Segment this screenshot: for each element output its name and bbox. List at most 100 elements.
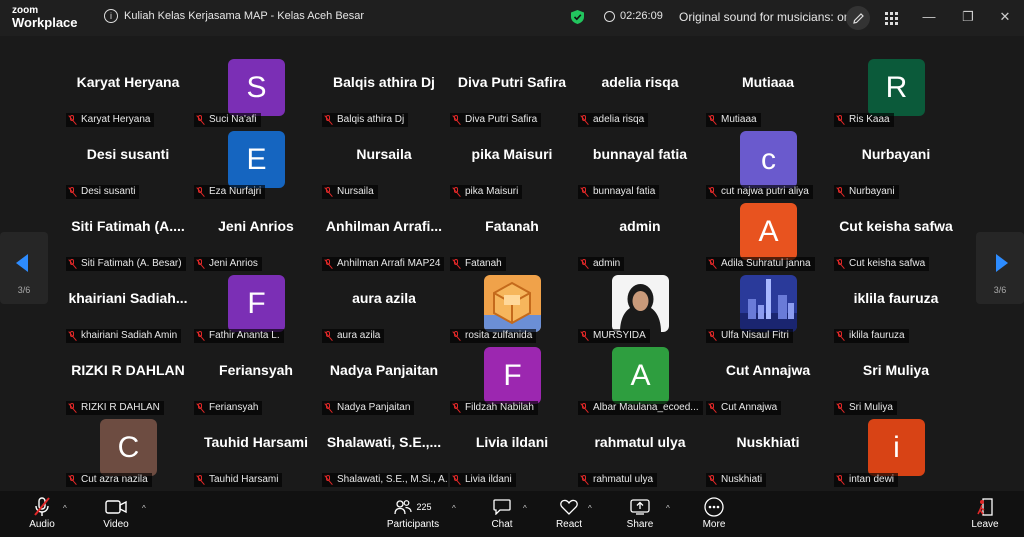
timer-text: 02:26:09 <box>620 10 663 22</box>
audio-options-caret-icon[interactable]: ^ <box>63 504 67 513</box>
audio-button[interactable]: Audio <box>24 497 60 530</box>
participant-tile[interactable]: Ulfa Nisaul Fitri <box>704 274 832 346</box>
participant-display-name: iklila fauruza <box>853 290 939 306</box>
participant-tile[interactable]: E Eza Nurfajri <box>192 130 320 202</box>
participant-tile[interactable]: Anhilman Arrafi... Anhilman Arrafi MAP24 <box>320 202 448 274</box>
title-bar: zoom Workplace i Kuliah Kelas Kerjasama … <box>0 0 1024 36</box>
participant-avatar: A <box>612 347 669 404</box>
participants-button[interactable]: 225 Participants <box>385 497 441 530</box>
participant-tile[interactable]: RIZKI R DAHLAN RIZKI R DAHLAN <box>64 346 192 418</box>
more-button[interactable]: More <box>700 497 728 530</box>
participant-tile[interactable]: A Adila Suhratul janna <box>704 202 832 274</box>
participant-display-name: Livia ildani <box>475 434 549 450</box>
chat-bubble-icon <box>488 497 516 517</box>
participant-tile[interactable]: Nuskhiati Nuskhiati <box>704 418 832 490</box>
participant-tile[interactable]: Nursaila Nursaila <box>320 130 448 202</box>
participant-name-label: Karyat Heryana <box>66 113 155 127</box>
muted-mic-icon <box>68 187 77 197</box>
participant-tile[interactable]: iklila fauruza iklila fauruza <box>832 274 960 346</box>
view-grid-icon[interactable] <box>879 6 903 30</box>
participant-tile[interactable]: admin admin <box>576 202 704 274</box>
meeting-info[interactable]: i Kuliah Kelas Kerjasama MAP - Kelas Ace… <box>104 9 364 23</box>
participant-name-label: adelia risqa <box>578 113 649 127</box>
participant-tile[interactable]: MURSYIDA <box>576 274 704 346</box>
participant-tile[interactable]: Siti Fatimah (A.... Siti Fatimah (A. Besa… <box>64 202 192 274</box>
participant-name-label: Albar Maulana_ecoed... <box>578 401 703 415</box>
participant-name-label: Cut Annajwa <box>706 401 782 415</box>
participant-avatar: F <box>484 347 541 404</box>
react-options-caret-icon[interactable]: ^ <box>588 504 592 513</box>
original-sound-status[interactable]: Original sound for musicians: on <box>679 10 850 24</box>
participant-tile[interactable]: i intan dewi <box>832 418 960 490</box>
participant-name-text: Mutiaaa <box>721 114 757 125</box>
video-options-caret-icon[interactable]: ^ <box>142 504 146 513</box>
participant-tile[interactable]: F Fathir Ananta L. <box>192 274 320 346</box>
participant-tile[interactable]: F Fildzah Nabilah <box>448 346 576 418</box>
minimize-icon[interactable]: — <box>920 9 938 24</box>
participant-tile[interactable]: Fatanah Fatanah <box>448 202 576 274</box>
participant-tile[interactable]: rahmatul ulya rahmatul ulya <box>576 418 704 490</box>
annotate-pen-icon[interactable] <box>846 6 870 30</box>
participant-tile[interactable]: Nadya Panjaitan Nadya Panjaitan <box>320 346 448 418</box>
participant-tile[interactable]: c cut najwa putri aliya <box>704 130 832 202</box>
participant-name-text: admin <box>593 258 621 269</box>
encryption-shield-icon[interactable] <box>571 10 584 29</box>
chat-options-caret-icon[interactable]: ^ <box>523 504 527 513</box>
muted-mic-icon <box>452 187 461 197</box>
participant-name-label: intan dewi <box>834 473 899 487</box>
share-options-caret-icon[interactable]: ^ <box>666 504 670 513</box>
participant-tile[interactable]: aura azila aura azila <box>320 274 448 346</box>
restore-icon[interactable]: ❐ <box>959 9 977 25</box>
participant-tile[interactable]: Tauhid Harsami Tauhid Harsami <box>192 418 320 490</box>
chat-label: Chat <box>491 519 513 530</box>
participant-tile[interactable]: Balqis athira Dj Balqis athira Dj <box>320 58 448 130</box>
participant-tile[interactable]: pika Maisuri pika Maisuri <box>448 130 576 202</box>
share-button[interactable]: Share <box>624 497 656 530</box>
react-button[interactable]: React <box>554 497 584 530</box>
participants-options-caret-icon[interactable]: ^ <box>452 504 456 513</box>
participant-tile[interactable]: Nurbayani Nurbayani <box>832 130 960 202</box>
info-icon[interactable]: i <box>104 9 118 23</box>
participant-tile[interactable]: Shalawati, S.E.,... Shalawati, S.E., M.Si… <box>320 418 450 490</box>
participant-tile[interactable]: rosita zulfanida <box>448 274 576 346</box>
muted-mic-icon <box>324 115 333 125</box>
participant-name-text: Nuskhiati <box>721 474 763 485</box>
participant-tile[interactable]: khairiani Sadiah... khairiani Sadiah Amin <box>64 274 192 346</box>
muted-mic-icon <box>580 403 589 413</box>
participant-tile[interactable]: Cut Annajwa Cut Annajwa <box>704 346 832 418</box>
participant-tile[interactable]: Cut keisha safwa Cut keisha safwa <box>832 202 960 274</box>
participant-name-label: bunnayal fatia <box>578 185 660 199</box>
participant-name-text: Ris Kaaa <box>849 114 890 125</box>
participant-tile[interactable]: Jeni Anrios Jeni Anrios <box>192 202 320 274</box>
participant-tile[interactable]: Karyat Heryana Karyat Heryana <box>64 58 192 130</box>
muted-mic-icon <box>708 187 717 197</box>
participant-tile[interactable]: C Cut azra nazila <box>64 418 192 490</box>
muted-mic-icon <box>580 259 589 269</box>
participant-display-name: adelia risqa <box>601 74 679 90</box>
video-button[interactable]: Video <box>100 497 132 530</box>
close-icon[interactable]: ✕ <box>996 9 1014 25</box>
participant-name-label: Suci Na'afi <box>194 113 261 127</box>
participant-tile[interactable]: Diva Putri Safira Diva Putri Safira <box>448 58 576 130</box>
muted-mic-icon <box>324 403 333 413</box>
participant-tile[interactable]: R Ris Kaaa <box>832 58 960 130</box>
leave-button[interactable]: Leave <box>968 497 1002 530</box>
participant-tile[interactable]: Desi susanti Desi susanti <box>64 130 192 202</box>
participant-tile[interactable]: S Suci Na'afi <box>192 58 320 130</box>
participant-tile[interactable]: Livia ildani Livia ildani <box>448 418 576 490</box>
share-label: Share <box>626 519 654 530</box>
participant-tile[interactable]: A Albar Maulana_ecoed... <box>576 346 704 418</box>
chat-button[interactable]: Chat <box>488 497 516 530</box>
participant-tile[interactable]: bunnayal fatia bunnayal fatia <box>576 130 704 202</box>
muted-mic-icon <box>580 115 589 125</box>
participant-name-text: Ulfa Nisaul Fitri <box>721 330 789 341</box>
participant-name-text: Cut Annajwa <box>721 402 778 413</box>
participant-tile[interactable]: Feriansyah Feriansyah <box>192 346 320 418</box>
participant-tile[interactable]: Mutiaaa Mutiaaa <box>704 58 832 130</box>
participant-name-label: Mutiaaa <box>706 113 761 127</box>
previous-page-button[interactable]: 3/6 <box>0 232 48 304</box>
participant-name-text: RIZKI R DAHLAN <box>81 402 160 413</box>
participant-tile[interactable]: Sri Muliya Sri Muliya <box>832 346 960 418</box>
participant-tile[interactable]: adelia risqa adelia risqa <box>576 58 704 130</box>
next-page-button[interactable]: 3/6 <box>976 232 1024 304</box>
